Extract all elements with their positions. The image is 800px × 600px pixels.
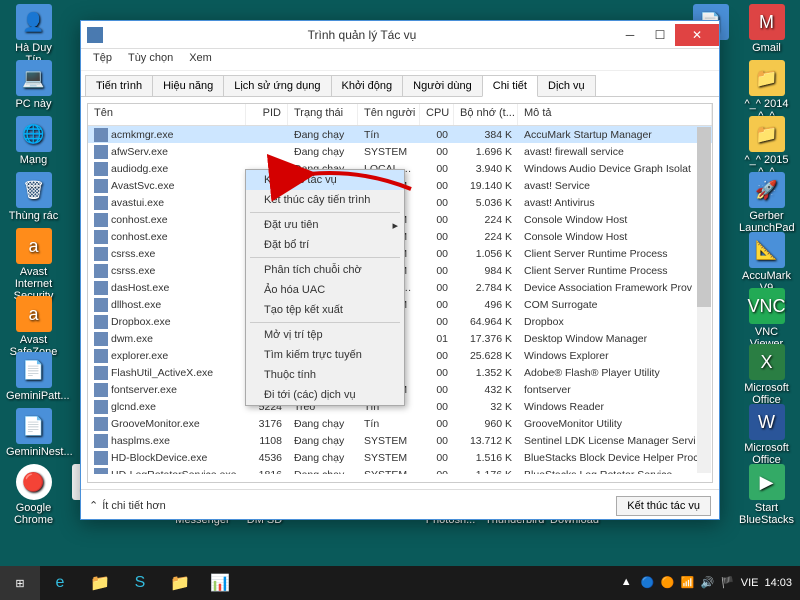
desktop-icon[interactable]: MGmail	[739, 4, 794, 54]
taskbar-skype[interactable]: S	[120, 566, 160, 600]
menubar: Tệp Tùy chọn Xem	[81, 49, 719, 71]
desktop-icon[interactable]: 📄GeminiNest...	[6, 408, 61, 458]
maximize-button[interactable]: ☐	[645, 24, 675, 46]
col-memory[interactable]: Bộ nhớ (t...	[454, 104, 518, 125]
tray-clock[interactable]: 14:03	[764, 577, 792, 589]
footer: ⌃ Ít chi tiết hơn Kết thúc tác vụ	[81, 489, 719, 521]
separator	[250, 322, 400, 323]
tabs: Tiến trình Hiệu năng Lịch sử ứng dụng Kh…	[81, 71, 719, 97]
app-icon	[87, 27, 103, 43]
separator	[250, 257, 400, 258]
desktop-icon[interactable]: 🌐Mạng	[6, 116, 61, 166]
taskbar-ie[interactable]: e	[40, 566, 80, 600]
ctx-goto-service[interactable]: Đi tới (các) dịch vụ	[246, 385, 404, 405]
col-desc[interactable]: Mô tả	[518, 104, 712, 125]
scrollbar-thumb[interactable]	[697, 127, 711, 307]
tab-startup[interactable]: Khởi động	[331, 75, 404, 96]
desktop: 👤Hà Duy Tín 💻PC này 🌐Mạng 🗑Thùng rác aAv…	[0, 0, 800, 600]
minimize-button[interactable]: ─	[615, 24, 645, 46]
menu-file[interactable]: Tệp	[85, 49, 120, 70]
desktop-icon[interactable]: 📁^_^ 2014 ^_^	[739, 60, 794, 122]
tray-icon[interactable]: 📶	[681, 576, 695, 590]
tab-details[interactable]: Chi tiết	[482, 75, 538, 97]
desktop-icon[interactable]: 🔴Google Chrome	[6, 464, 61, 526]
menu-options[interactable]: Tùy chọn	[120, 49, 181, 70]
desktop-icon[interactable]: 💻PC này	[6, 60, 61, 110]
context-menu: Kết thúc tác vụ Kết thúc cây tiến trình …	[245, 169, 405, 406]
grid-header: Tên PID Trạng thái Tên người ... CPU Bộ …	[88, 104, 712, 126]
system-tray[interactable]: ▲ 🔵 🟠 📶 🔊 🏴 VIE 14:03	[621, 576, 800, 590]
table-row[interactable]: hasplms.exe1108Đang chạySYSTEM0013.712 K…	[88, 432, 712, 449]
ctx-properties[interactable]: Thuộc tính	[246, 365, 404, 385]
tray-flag-icon[interactable]: 🏴	[721, 576, 735, 590]
table-row[interactable]: afwServ.exeĐang chạySYSTEM001.696 Kavast…	[88, 143, 712, 160]
task-manager-window: Trình quản lý Tác vụ ─ ☐ ✕ Tệp Tùy chọn …	[80, 20, 720, 520]
taskbar: ⊞ e 📁 S 📁 📊 ▲ 🔵 🟠 📶 🔊 🏴 VIE 14:03	[0, 566, 800, 600]
desktop-icon[interactable]: 📄GeminiPatt...	[6, 352, 61, 402]
desktop-icon[interactable]: 📐AccuMark V9	[739, 232, 794, 294]
tab-services[interactable]: Dịch vụ	[537, 75, 596, 96]
desktop-icon[interactable]: 👤Hà Duy Tín	[6, 4, 61, 66]
chevron-up-icon: ⌃	[89, 499, 98, 512]
taskbar-taskmgr[interactable]: 📊	[200, 566, 240, 600]
ctx-search[interactable]: Tìm kiếm trực tuyến	[246, 345, 404, 365]
col-pid[interactable]: PID	[246, 104, 288, 125]
window-title: Trình quản lý Tác vụ	[109, 28, 615, 42]
start-button[interactable]: ⊞	[0, 566, 40, 600]
tab-users[interactable]: Người dùng	[402, 75, 483, 96]
ctx-analyze[interactable]: Phân tích chuỗi chờ	[246, 260, 404, 280]
ctx-uac[interactable]: Ảo hóa UAC	[246, 280, 404, 300]
col-status[interactable]: Trạng thái	[288, 104, 358, 125]
content: Tên PID Trạng thái Tên người ... CPU Bộ …	[81, 97, 719, 489]
desktop-icon[interactable]: aAvast Internet Security	[6, 228, 61, 302]
windows-icon: ⊞	[15, 577, 24, 590]
tab-apphistory[interactable]: Lịch sử ứng dụng	[223, 75, 331, 96]
table-row[interactable]: HD-LogRotatorService.exe1816Đang chạySYS…	[88, 466, 712, 474]
tray-icon[interactable]: 🟠	[661, 576, 675, 590]
col-user[interactable]: Tên người ...	[358, 104, 420, 125]
desktop-icon[interactable]: 🚀Gerber LaunchPad	[739, 172, 794, 234]
tray-icon[interactable]: 🔵	[641, 576, 655, 590]
ctx-affinity[interactable]: Đặt bổ trí	[246, 235, 404, 255]
desktop-icon[interactable]: 🗑Thùng rác	[6, 172, 61, 222]
desktop-icon[interactable]: 📁^_^ 2015 ^_^	[739, 116, 794, 178]
table-row[interactable]: GrooveMonitor.exe3176Đang chạyTín00960 K…	[88, 415, 712, 432]
desktop-icon[interactable]: ▶Start BlueStacks	[739, 464, 794, 526]
ctx-end-tree[interactable]: Kết thúc cây tiến trình	[246, 190, 404, 210]
col-name[interactable]: Tên	[88, 104, 246, 125]
menu-view[interactable]: Xem	[181, 49, 220, 70]
tray-icon[interactable]: ▲	[621, 576, 635, 590]
ctx-priority[interactable]: Đặt ưu tiên	[246, 215, 404, 235]
tray-icon[interactable]: 🔊	[701, 576, 715, 590]
ctx-end-task[interactable]: Kết thúc tác vụ	[246, 170, 404, 190]
fewer-details[interactable]: ⌃ Ít chi tiết hơn	[89, 499, 166, 512]
table-row[interactable]: acmkmgr.exeĐang chạyTín00384 KAccuMark S…	[88, 126, 712, 143]
titlebar[interactable]: Trình quản lý Tác vụ ─ ☐ ✕	[81, 21, 719, 49]
table-row[interactable]: HD-BlockDevice.exe4536Đang chạySYSTEM001…	[88, 449, 712, 466]
scrollbar[interactable]	[697, 127, 711, 473]
tab-processes[interactable]: Tiến trình	[85, 75, 153, 96]
col-cpu[interactable]: CPU	[420, 104, 454, 125]
ctx-open-loc[interactable]: Mở vị trí tệp	[246, 325, 404, 345]
tray-lang[interactable]: VIE	[741, 577, 759, 589]
end-task-button[interactable]: Kết thúc tác vụ	[616, 496, 711, 516]
ctx-dump[interactable]: Tạo tệp kết xuất	[246, 300, 404, 320]
taskbar-folder[interactable]: 📁	[160, 566, 200, 600]
desktop-icon[interactable]: VNCVNC Viewer	[739, 288, 794, 350]
desktop-icon[interactable]: aAvast SafeZone	[6, 296, 61, 358]
taskbar-explorer[interactable]: 📁	[80, 566, 120, 600]
separator	[250, 212, 400, 213]
close-button[interactable]: ✕	[675, 24, 719, 46]
tab-performance[interactable]: Hiệu năng	[152, 75, 224, 96]
